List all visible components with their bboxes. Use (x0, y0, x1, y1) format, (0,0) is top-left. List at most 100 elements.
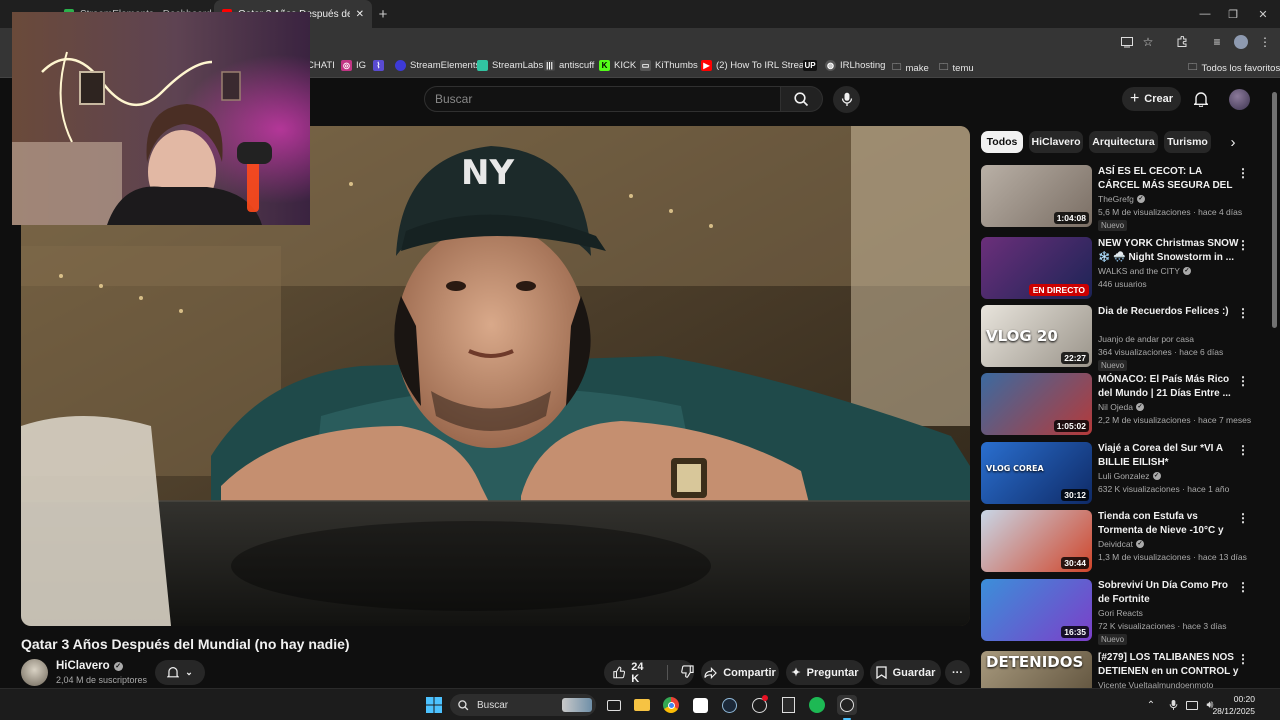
video-thumbnail[interactable]: VLOG 20 22:27 (981, 305, 1092, 367)
microphone-tray-icon[interactable] (1163, 695, 1183, 715)
bookmark-ig[interactable]: ◎ IG (341, 60, 366, 71)
channel-name[interactable]: HiClavero ✓ (56, 660, 123, 672)
recommendation-menu-button[interactable]: ⋮ (1237, 511, 1249, 525)
bookmark-chart[interactable]: ⌇ (373, 60, 384, 71)
bookmark-chati[interactable]: CHATI (307, 60, 335, 71)
recommendation-channel[interactable]: WALKS and the CITY ✓ (1098, 266, 1191, 276)
video-thumbnail[interactable]: 30:44 (981, 510, 1092, 572)
video-thumbnail[interactable]: 16:35 (981, 579, 1092, 641)
video-thumbnail[interactable]: VLOG COREA 30:12 (981, 442, 1092, 504)
recommendation-title[interactable]: ASÍ ES EL CECOT: LA CÁRCEL MÁS SEGURA DE… (1098, 165, 1240, 192)
spotify-icon[interactable] (807, 695, 827, 715)
save-button[interactable]: Guardar (870, 660, 941, 685)
task-view-icon[interactable] (604, 695, 624, 715)
video-thumbnail[interactable]: 1:04:08 (981, 165, 1092, 227)
extensions-icon[interactable] (1172, 32, 1192, 52)
more-actions-button[interactable]: ··· (945, 660, 970, 685)
bookmark-irl-stream[interactable]: ▶ (2) How To IRL Strea... (701, 60, 812, 71)
chips-next-button[interactable]: › (1222, 131, 1244, 153)
recommendation-channel[interactable]: Nil Ojeda ✓ (1098, 402, 1144, 412)
bookmark-all-favorites[interactable]: 🗀 Todos los favoritos (1188, 60, 1280, 76)
chip-arquitectura[interactable]: Arquitectura (1089, 131, 1158, 153)
recommendation-channel[interactable]: TheGrefg ✓ (1098, 194, 1145, 204)
recommendation-title[interactable]: MÓNACO: El País Más Rico del Mundo | 21 … (1098, 373, 1240, 400)
bookmark-kick[interactable]: K KICK (599, 60, 636, 71)
recommendation-title[interactable]: NEW YORK Christmas SNOW ❄️ 🌨️ Night Snow… (1098, 237, 1240, 264)
page-scrollbar[interactable] (1272, 92, 1277, 328)
account-avatar[interactable] (1229, 89, 1250, 110)
cast-icon[interactable] (1117, 32, 1137, 52)
plus-icon: + (1129, 90, 1140, 107)
bookmark-folder-make[interactable]: 🗀 make (892, 60, 929, 76)
recommendation-title[interactable]: Viajé a Corea del Sur *VI A BILLIE EILIS… (1098, 442, 1240, 469)
share-button[interactable]: Compartir (701, 660, 779, 685)
network-icon[interactable] (1182, 695, 1202, 715)
recommendation-menu-button[interactable]: ⋮ (1237, 374, 1249, 388)
recommendation-channel[interactable]: Deividcat ✓ (1098, 539, 1144, 549)
recommendation-menu-button[interactable]: ⋮ (1237, 580, 1249, 594)
tray-chevron-up-icon[interactable]: ⌃ (1141, 695, 1161, 715)
chip-hiclavero[interactable]: HiClavero (1029, 131, 1083, 153)
chip-turismo[interactable]: Turismo (1164, 131, 1211, 153)
notifications-button[interactable] (1190, 88, 1212, 110)
video-thumbnail[interactable]: EN DIRECTO (981, 237, 1092, 299)
capcut-icon[interactable] (690, 695, 710, 715)
recommendation-menu-button[interactable]: ⋮ (1237, 166, 1249, 180)
subscription-notifications-button[interactable]: ⌄ (155, 660, 205, 685)
taskbar-search[interactable]: Buscar (450, 694, 596, 716)
chip-todos[interactable]: Todos (981, 131, 1023, 153)
bookmark-streamelements[interactable]: StreamElements (395, 60, 480, 71)
recommendation-title[interactable]: Dia de Recuerdos Felices :) (1098, 305, 1240, 319)
recommendation-card[interactable]: VLOG 20 22:27 Dia de Recuerdos Felices :) J… (981, 305, 1261, 371)
profile-avatar-icon[interactable] (1231, 32, 1251, 52)
bookmark-kithumbs[interactable]: ▭ KiThumbs (640, 60, 698, 71)
bookmark-irlhosting[interactable]: ◍ IRLhosting (825, 60, 885, 71)
recommendation-menu-button[interactable]: ⋮ (1237, 306, 1249, 320)
recommendation-menu-button[interactable]: ⋮ (1237, 238, 1249, 252)
obs-icon[interactable] (837, 695, 857, 715)
recommendation-title[interactable]: Sobreviví Un Día Como Pro de Fortnite (1098, 579, 1240, 606)
voice-search-button[interactable] (833, 86, 860, 113)
recommendation-menu-button[interactable]: ⋮ (1237, 652, 1249, 666)
new-tab-button[interactable]: + (372, 3, 394, 25)
recommendation-card[interactable]: 30:44 Tienda con Estufa vs Tormenta de Ni… (981, 510, 1261, 574)
system-clock[interactable]: 00:20 28/12/2025 (1212, 693, 1255, 717)
bookmark-folder-temu[interactable]: 🗀 temu (939, 60, 974, 76)
video-thumbnail[interactable]: 1:05:02 (981, 373, 1092, 435)
recommendation-channel[interactable]: Luli Gonzalez ✓ (1098, 471, 1161, 481)
ask-button[interactable]: ✦ Preguntar (786, 660, 864, 685)
recommendation-card[interactable]: 1:05:02 MÓNACO: El País Más Rico del Mund… (981, 373, 1261, 437)
recommendation-card[interactable]: EN DIRECTO NEW YORK Christmas SNOW ❄️ 🌨️ … (981, 237, 1261, 301)
epic-games-icon[interactable] (778, 695, 798, 715)
restore-button[interactable]: ❐ (1216, 0, 1250, 28)
recommendation-title[interactable]: Tienda con Estufa vs Tormenta de Nieve -… (1098, 510, 1240, 537)
recommendation-title[interactable]: [#279] LOS TALIBANES NOS DETIENEN en un … (1098, 651, 1240, 678)
dislike-button[interactable] (681, 664, 694, 681)
file-explorer-icon[interactable] (632, 695, 652, 715)
start-button[interactable] (424, 695, 444, 715)
like-button[interactable]: 24 K (613, 661, 653, 685)
create-button[interactable]: + Crear (1122, 87, 1181, 111)
recommendation-menu-button[interactable]: ⋮ (1237, 443, 1249, 457)
reading-list-icon[interactable]: ≡ (1207, 32, 1227, 52)
close-window-button[interactable]: ✕ (1246, 0, 1280, 28)
chrome-icon[interactable] (661, 695, 681, 715)
bookmark-star-icon[interactable]: ☆ (1138, 32, 1158, 52)
recommendation-card[interactable]: VLOG COREA 30:12 Viajé a Corea del Sur *VI… (981, 442, 1261, 506)
bookmark-streamlabs[interactable]: StreamLabs (477, 60, 543, 71)
channel-name-label: Luli Gonzalez (1098, 471, 1150, 481)
search-input[interactable]: Buscar (424, 86, 781, 112)
browser-menu-icon[interactable]: ⋮ (1255, 32, 1275, 52)
close-tab-icon[interactable]: ✕ (356, 9, 364, 20)
app-icon-updates[interactable] (749, 695, 769, 715)
search-button[interactable] (781, 86, 823, 112)
bookmark-antiscuff[interactable]: ||| antiscuff (544, 60, 594, 71)
bookmark-up[interactable]: UP (803, 60, 817, 71)
recommendation-channel[interactable]: Gori Reacts (1098, 608, 1143, 618)
channel-avatar[interactable] (21, 659, 48, 686)
recommendation-card[interactable]: 16:35 Sobreviví Un Día Como Pro de Fortni… (981, 579, 1261, 645)
recommendation-channel[interactable]: Juanjo de andar por casa (1098, 334, 1194, 344)
recommendation-card[interactable]: 1:04:08 ASÍ ES EL CECOT: LA CÁRCEL MÁS SE… (981, 165, 1261, 231)
live-badge: EN DIRECTO (1028, 284, 1089, 296)
steam-icon[interactable] (719, 695, 739, 715)
